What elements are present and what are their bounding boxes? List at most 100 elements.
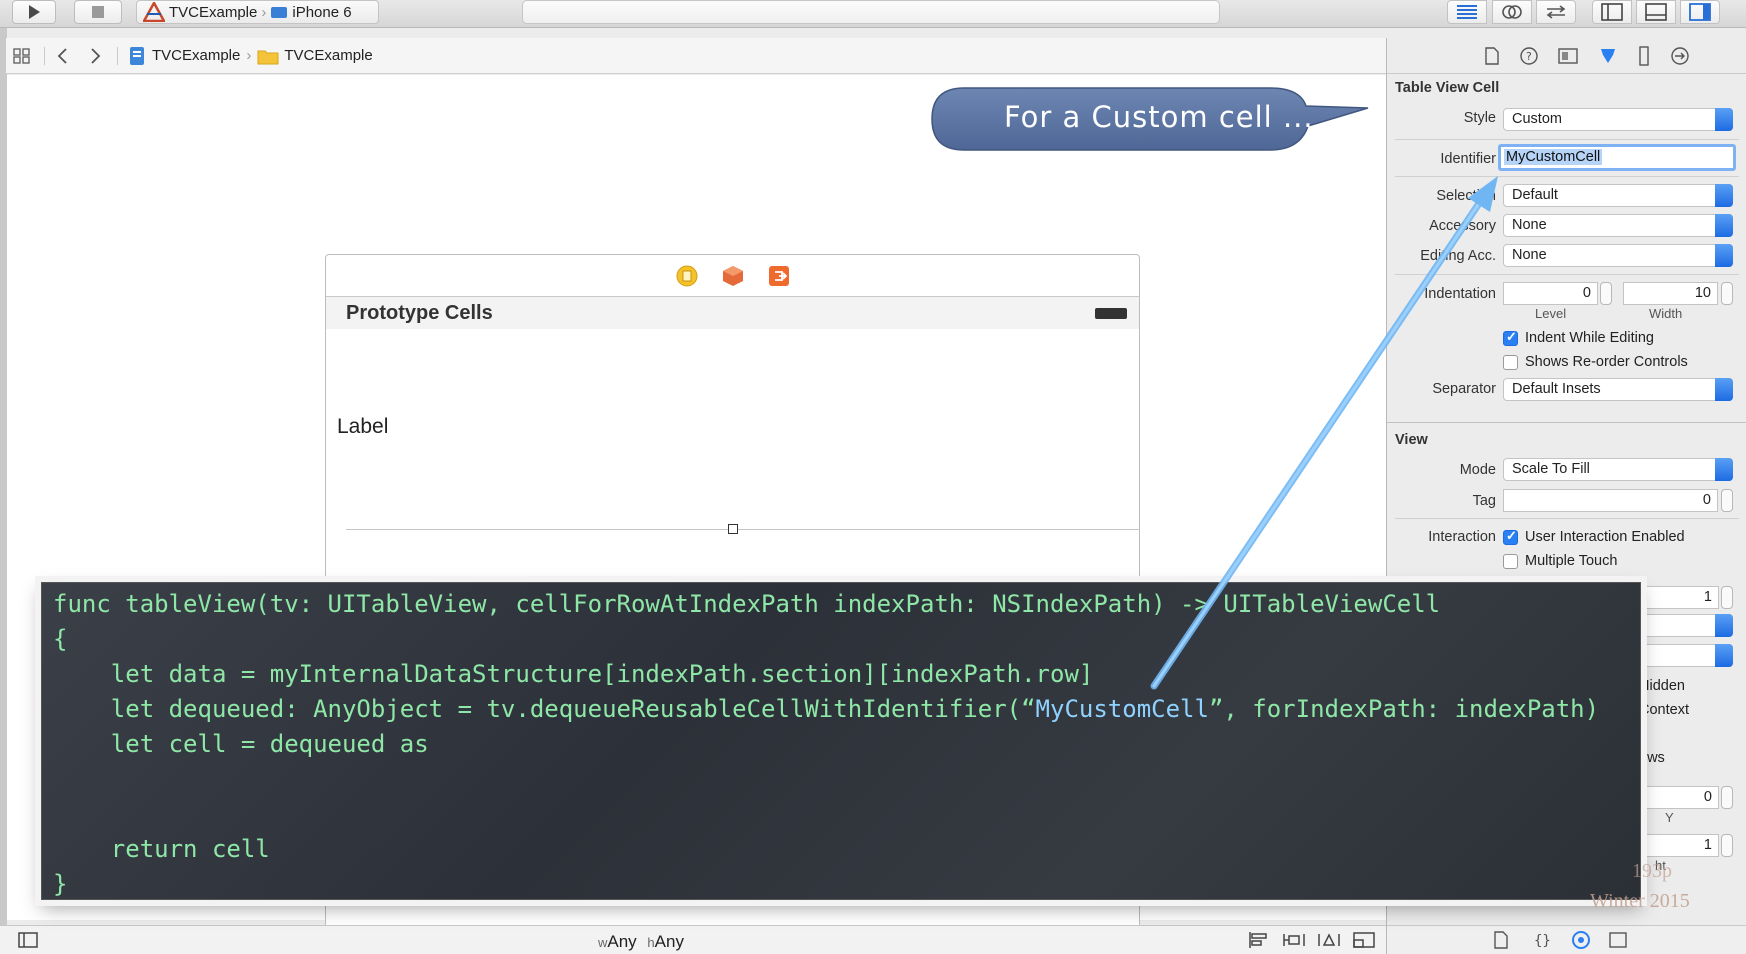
- forward-arrow-icon[interactable]: [89, 47, 103, 65]
- scheme-selector[interactable]: TVCExample › iPhone 6: [136, 0, 379, 24]
- stretch-x-stepper[interactable]: [1721, 786, 1733, 809]
- library-bar: {}: [1387, 925, 1746, 954]
- app-target-icon: [143, 2, 165, 22]
- tag-stepper[interactable]: [1721, 489, 1733, 512]
- style-popup[interactable]: Custom: [1503, 108, 1733, 131]
- file-template-icon[interactable]: [1493, 931, 1509, 949]
- indent-while-editing-checkbox[interactable]: [1503, 329, 1518, 346]
- align-icon[interactable]: [1248, 931, 1270, 949]
- multiple-touch-checkbox[interactable]: [1503, 554, 1518, 569]
- code-line-3: let data = myInternalDataStructure[index…: [53, 660, 1094, 688]
- stretch-height-field[interactable]: 1: [1637, 834, 1719, 857]
- attributes-inspector-icon[interactable]: [1598, 46, 1618, 66]
- indentation-width-field[interactable]: 10: [1623, 282, 1718, 305]
- watermark-course: 193p: [1632, 860, 1672, 882]
- size-class-control[interactable]: wAny hAny: [598, 932, 684, 952]
- resize-handle[interactable]: [728, 524, 738, 534]
- shows-reorder-label: Shows Re-order Controls: [1525, 354, 1688, 370]
- alpha-stepper[interactable]: [1721, 586, 1733, 609]
- size-height-value: Any: [654, 932, 684, 951]
- separator-popup[interactable]: Default Insets: [1503, 378, 1733, 401]
- size-width-prefix: w: [598, 935, 608, 950]
- stretch-x-field[interactable]: 0: [1637, 786, 1719, 809]
- inspector-divider: [1395, 518, 1739, 519]
- resolve-issues-icon[interactable]: [1318, 931, 1340, 949]
- clears-context-label: Context: [1639, 702, 1689, 718]
- code-line-1: func tableView(tv: UITableView, cellForR…: [53, 590, 1441, 618]
- connections-inspector-icon[interactable]: [1670, 46, 1690, 66]
- user-interaction-label: User Interaction Enabled: [1525, 529, 1685, 545]
- view-controller-icon[interactable]: [676, 265, 698, 287]
- identifier-field[interactable]: MyCustomCell: [1498, 144, 1736, 171]
- cell-label[interactable]: Label: [337, 415, 388, 439]
- editing-accessory-popup[interactable]: None: [1503, 244, 1733, 267]
- bottom-panel-icon: [1645, 3, 1667, 21]
- shows-reorder-checkbox[interactable]: [1503, 355, 1518, 370]
- indentation-label: Indentation: [1424, 286, 1496, 302]
- document-outline-toggle-icon[interactable]: [18, 932, 38, 948]
- battery-icon: [1095, 307, 1127, 319]
- toggle-navigator-button[interactable]: [1592, 0, 1632, 24]
- version-editor-button[interactable]: [1536, 0, 1576, 24]
- toggle-utilities-button[interactable]: [1680, 0, 1720, 24]
- level-caption: Level: [1535, 306, 1567, 321]
- selection-popup[interactable]: Default: [1503, 184, 1733, 207]
- version-editor-icon: [1546, 5, 1566, 19]
- standard-editor-icon: [1457, 5, 1477, 19]
- prototype-cells-header: Prototype Cells: [326, 297, 1139, 329]
- indentation-level-field[interactable]: 0: [1503, 282, 1598, 305]
- breadcrumb-project[interactable]: TVCExample: [152, 47, 240, 64]
- window-edge: [0, 28, 7, 954]
- run-button[interactable]: [12, 0, 56, 24]
- folder-icon: [257, 50, 279, 64]
- assistant-editor-button[interactable]: [1492, 0, 1532, 24]
- code-snippet-icon[interactable]: {}: [1533, 931, 1551, 949]
- inspector-divider: [1395, 274, 1739, 275]
- user-interaction-checkbox[interactable]: [1503, 528, 1518, 545]
- jump-bar-divider-2: [117, 46, 118, 65]
- first-responder-icon[interactable]: [722, 265, 744, 287]
- file-inspector-icon[interactable]: [1484, 46, 1500, 65]
- mode-popup[interactable]: Scale To Fill: [1503, 458, 1733, 481]
- inspector-divider: [1395, 139, 1739, 140]
- toggle-debug-area-button[interactable]: [1636, 0, 1676, 24]
- jump-bar-divider: [44, 46, 45, 65]
- width-caption: Width: [1649, 306, 1683, 321]
- mode-label: Mode: [1459, 462, 1496, 478]
- stretch-height-stepper[interactable]: [1721, 834, 1733, 857]
- chevron-right-icon: ›: [246, 47, 252, 64]
- inspector-divider: [1395, 176, 1739, 177]
- breadcrumb-group[interactable]: TVCExample: [284, 47, 372, 64]
- related-items-icon[interactable]: [12, 47, 34, 65]
- exit-icon[interactable]: [768, 265, 790, 287]
- media-library-icon[interactable]: [1609, 932, 1627, 948]
- quick-help-icon[interactable]: ?: [1519, 46, 1538, 65]
- alpha-field[interactable]: 1: [1637, 586, 1719, 609]
- identifier-label: Identifier: [1440, 151, 1496, 167]
- multiple-touch-label: Multiple Touch: [1525, 553, 1618, 569]
- tag-field[interactable]: 0: [1503, 489, 1718, 512]
- jump-bar: TVCExample › TVCExample: [6, 38, 1386, 74]
- tag-label: Tag: [1472, 493, 1496, 509]
- back-arrow-icon[interactable]: [55, 47, 69, 65]
- right-panel-icon: [1689, 3, 1711, 21]
- pin-icon[interactable]: [1283, 931, 1305, 949]
- indentation-level-stepper[interactable]: [1600, 282, 1612, 305]
- object-library-icon[interactable]: [1571, 930, 1591, 950]
- stop-button[interactable]: [74, 0, 122, 24]
- code-line-4-suffix: ”, forIndexPath: indexPath): [1208, 695, 1600, 723]
- code-line-4: let dequeued: AnyObject = tv.dequeueReus…: [53, 695, 1599, 723]
- size-inspector-icon[interactable]: [1638, 45, 1650, 66]
- separator-label: Separator: [1432, 381, 1496, 397]
- indentation-width-stepper[interactable]: [1721, 282, 1733, 305]
- svg-text:{}: {}: [1534, 933, 1551, 949]
- accessory-popup[interactable]: None: [1503, 214, 1733, 237]
- identity-inspector-icon[interactable]: [1557, 47, 1578, 64]
- size-height-prefix: h: [647, 935, 655, 950]
- inspector-tab-bar: ?: [1387, 38, 1746, 74]
- standard-editor-button[interactable]: [1447, 0, 1487, 24]
- stop-icon: [92, 6, 104, 18]
- code-line-6: return cell: [53, 835, 270, 863]
- resizing-behavior-icon[interactable]: [1353, 931, 1375, 949]
- accessory-label: Accessory: [1429, 218, 1496, 234]
